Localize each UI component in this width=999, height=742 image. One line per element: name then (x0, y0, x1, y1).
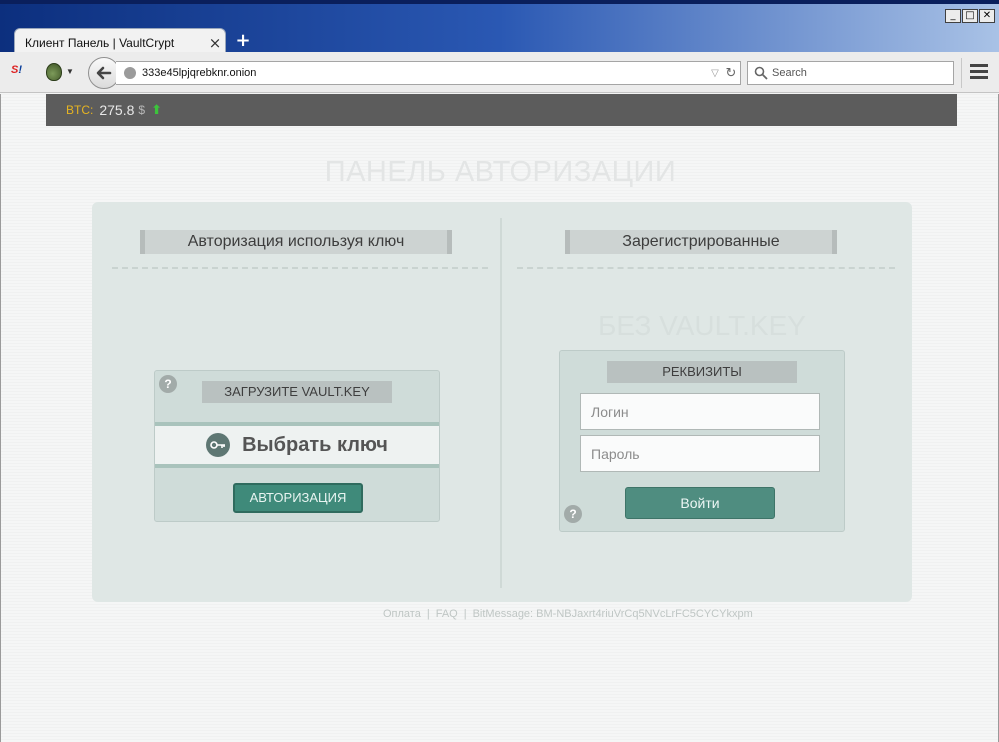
footer-separator: | (426, 608, 430, 620)
choose-key-button[interactable]: Выбрать ключ (155, 422, 439, 468)
browser-titlebar: _ □ ✕ Клиент Панель | VaultCrypt × + (0, 0, 999, 56)
upload-key-label: ЗАГРУЗИТЕ VAULT.KEY (202, 381, 392, 403)
registered-heading: Зарегистрированные (565, 230, 837, 254)
panel-divider (500, 218, 502, 588)
btc-value: 275.8 (99, 102, 135, 118)
url-dropdown-icon[interactable]: ▽ (708, 68, 722, 79)
credentials-box: РЕКВИЗИТЫ Войти ? (559, 350, 845, 532)
right-dashed-divider (517, 267, 895, 269)
back-arrow-icon (96, 66, 112, 80)
login-button[interactable]: Войти (625, 487, 775, 519)
window-controls: _ □ ✕ (945, 9, 995, 23)
maximize-button[interactable]: □ (962, 9, 978, 23)
new-tab-button[interactable]: + (233, 31, 253, 51)
footer-separator: | (463, 608, 467, 620)
footer-bitmessage: BitMessage: BM-NBJaxrt4riuVrCq5NVcLrFC5C… (472, 608, 753, 620)
btc-label: BTC: (66, 103, 94, 117)
minimize-button[interactable]: _ (945, 9, 961, 23)
login-input[interactable] (580, 393, 820, 430)
credentials-label: РЕКВИЗИТЫ (607, 361, 797, 383)
auth-panel: Авторизация используя ключ Зарегистриров… (92, 202, 912, 602)
key-icon (206, 433, 231, 457)
url-bar[interactable]: 333e45lpjqrebknr.onion ▽ ↻ (116, 61, 741, 85)
help-icon-credentials[interactable]: ? (564, 505, 582, 523)
footer-links: Оплата | FAQ | BitMessage: BM-NBJaxrt4riuVrC… (383, 608, 753, 620)
tab-close-icon[interactable]: × (205, 34, 225, 52)
up-arrow-icon: ⬆ (151, 102, 162, 118)
search-bar[interactable] (747, 61, 954, 85)
key-upload-box: ? ЗАГРУЗИТЕ VAULT.KEY Выбрать ключ АВТОР… (154, 370, 440, 522)
addon-s-text: S (11, 64, 19, 76)
hamburger-menu-icon[interactable] (970, 64, 988, 80)
btc-ticker-bar: BTC: 275.8 $ ⬆ (46, 94, 957, 126)
search-icon (754, 66, 768, 80)
addon-s-icon[interactable]: S! (11, 64, 29, 80)
globe-icon (124, 67, 136, 79)
help-icon[interactable]: ? (159, 375, 177, 393)
left-dashed-divider (112, 267, 488, 269)
btc-currency: $ (138, 103, 146, 117)
web-page: BTC: 275.8 $ ⬆ ПАНЕЛЬ АВТОРИЗАЦИИ Автори… (0, 94, 999, 742)
authorize-button[interactable]: АВТОРИЗАЦИЯ (233, 483, 363, 513)
page-title: ПАНЕЛЬ АВТОРИЗАЦИИ (324, 156, 677, 188)
reload-icon[interactable]: ↻ (722, 66, 740, 81)
tor-onion-icon[interactable] (46, 63, 62, 81)
tor-menu-caret-icon[interactable]: ▼ (66, 67, 74, 76)
browser-navbar: S! ▼ 333e45lpjqrebknr.onion ▽ ↻ (0, 52, 999, 93)
no-vault-subtitle: БЕЗ VAULT.KEY (598, 310, 806, 341)
toolbar-separator (961, 58, 962, 88)
url-text[interactable]: 333e45lpjqrebknr.onion (142, 67, 708, 79)
key-auth-heading: Авторизация используя ключ (140, 230, 452, 254)
tab-title: Клиент Панель | VaultCrypt (25, 35, 175, 50)
password-input[interactable] (580, 435, 820, 472)
footer-link-payment[interactable]: Оплата (383, 608, 421, 620)
choose-key-label: Выбрать ключ (242, 433, 388, 456)
close-window-button[interactable]: ✕ (979, 9, 995, 23)
footer-link-faq[interactable]: FAQ (436, 608, 458, 620)
search-input[interactable] (772, 67, 942, 79)
